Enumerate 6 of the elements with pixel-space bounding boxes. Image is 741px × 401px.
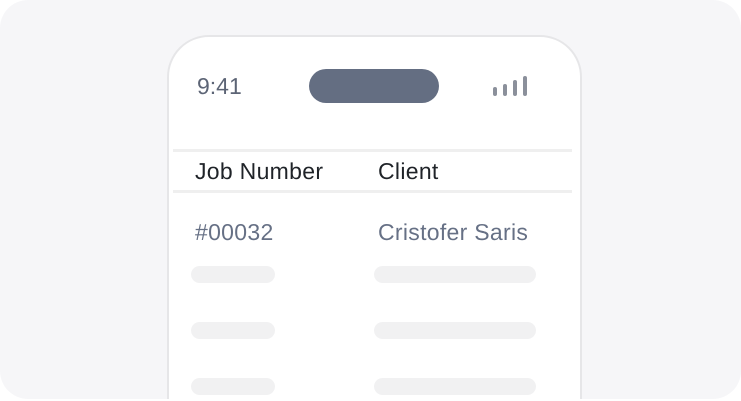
column-header: Job Number	[195, 158, 324, 184]
signal-icon	[492, 75, 530, 97]
column-header: Client	[378, 158, 439, 184]
table-cell: #00032	[195, 219, 274, 245]
table-cell: Cristofer Saris	[378, 219, 528, 245]
status-time: 9:41	[197, 72, 243, 100]
